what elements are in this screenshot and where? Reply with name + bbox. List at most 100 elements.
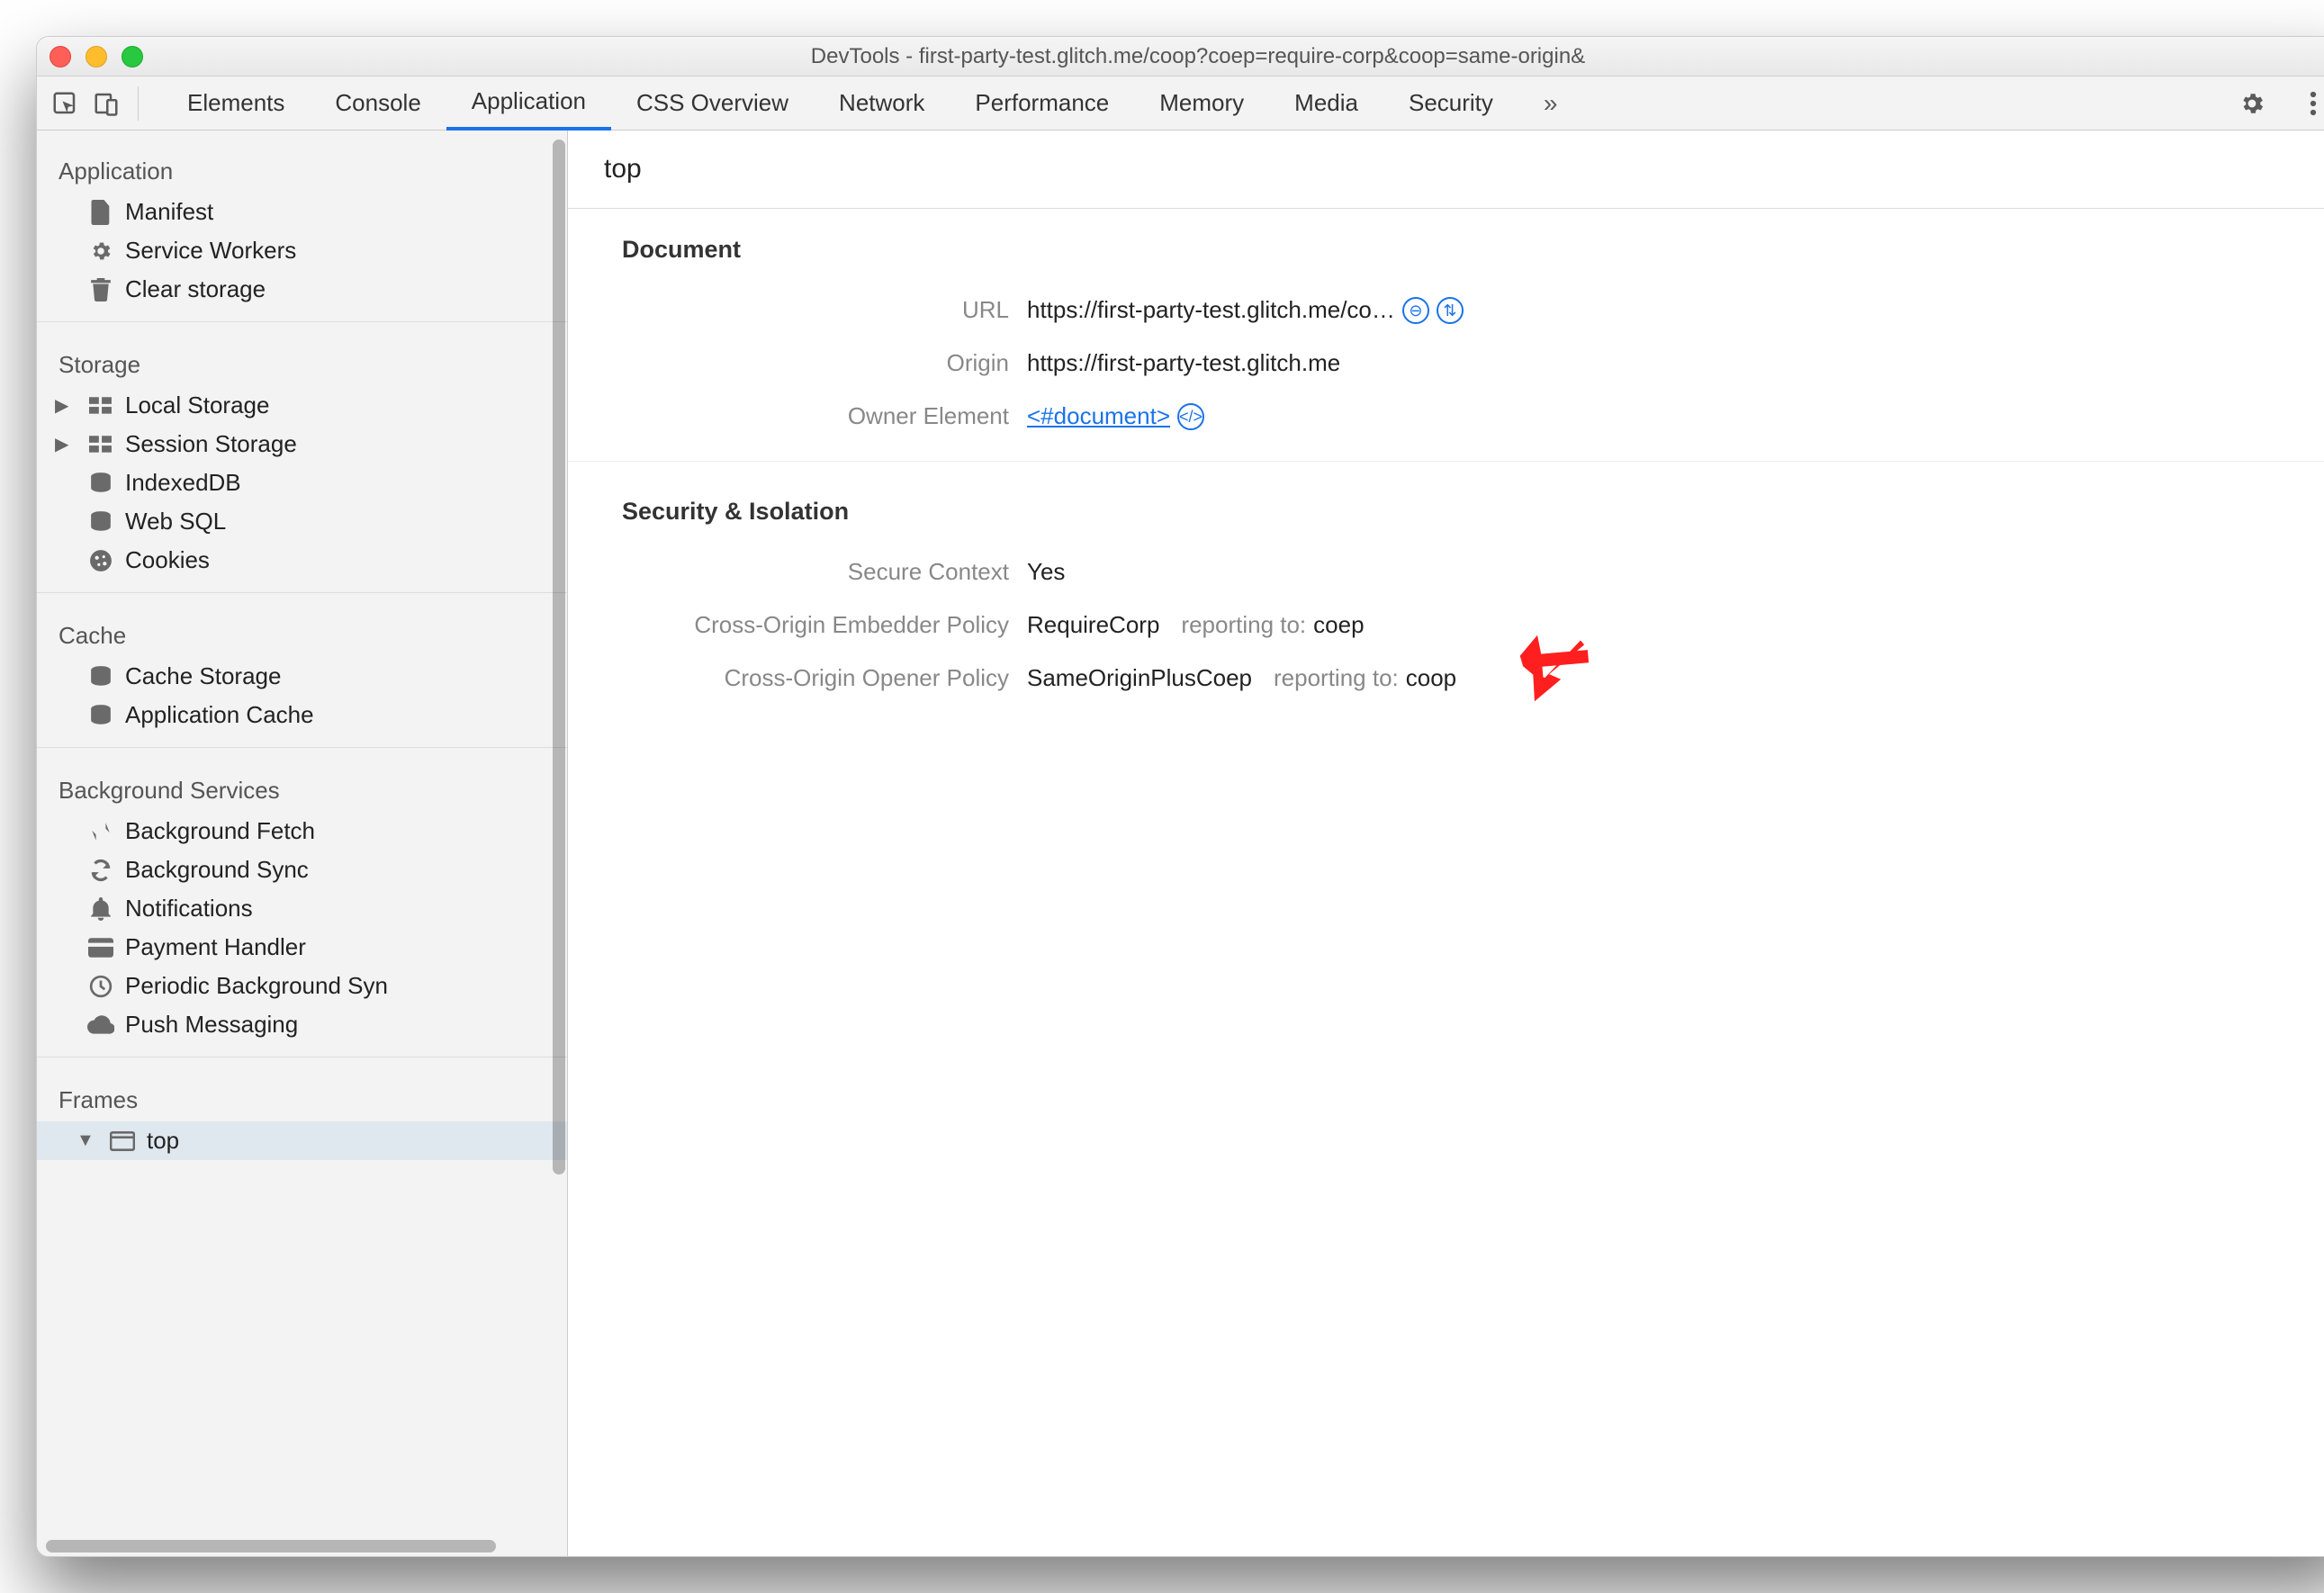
origin-label: Origin (622, 349, 1009, 377)
coep-value: RequireCorp (1027, 611, 1159, 639)
sidebar-item-web-sql[interactable]: Web SQL (37, 502, 567, 541)
row-url: URL https://first-party-test.glitch.me/c… (622, 284, 2305, 337)
devtools-window: DevTools - first-party-test.glitch.me/co… (36, 36, 2324, 1557)
owner-element-link[interactable]: <#document> (1027, 402, 1170, 430)
tab-application[interactable]: Application (446, 76, 611, 130)
document-section: Document URL https://first-party-test.gl… (568, 209, 2324, 452)
security-section-title: Security & Isolation (622, 498, 2305, 526)
db-icon (87, 702, 114, 729)
sidebar-item-label: Periodic Background Syn (125, 972, 388, 1000)
transfer-icon (87, 818, 114, 845)
sidebar-item-cache-storage[interactable]: Cache Storage (37, 657, 567, 696)
document-section-title: Document (622, 236, 2305, 264)
divider (138, 86, 139, 121)
row-coep: Cross-Origin Embedder Policy RequireCorp… (622, 598, 2305, 652)
sidebar-section-bgservices: Background Services (37, 760, 567, 812)
sidebar-item-label: IndexedDB (125, 469, 241, 497)
settings-gear-icon[interactable] (2235, 86, 2269, 121)
coop-reporting-label: reporting to: (1274, 664, 1399, 692)
db-icon (87, 470, 114, 497)
divider (37, 747, 567, 748)
titlebar: DevTools - first-party-test.glitch.me/co… (37, 37, 2324, 76)
card-icon (87, 934, 114, 961)
sidebar-item-label: Notifications (125, 895, 253, 922)
sidebar-item-push-messaging[interactable]: Push Messaging (37, 1005, 567, 1044)
sidebar-horizontal-scrollbar[interactable] (46, 1540, 496, 1552)
divider (37, 1057, 567, 1058)
sidebar-item-notifications[interactable]: Notifications (37, 889, 567, 928)
panel-tabs: Elements Console Application CSS Overvie… (162, 76, 1582, 130)
body: Application Manifest Service Workers Cle… (37, 130, 2324, 1556)
sidebar-item-background-sync[interactable]: Background Sync (37, 850, 567, 889)
expand-arrow-icon[interactable]: ▶ (55, 394, 73, 417)
row-coop: Cross-Origin Opener Policy SameOriginPlu… (622, 652, 2305, 705)
sidebar: Application Manifest Service Workers Cle… (37, 130, 568, 1556)
sidebar-item-session-storage[interactable]: ▶ Session Storage (37, 425, 567, 464)
sidebar-section-storage: Storage (37, 335, 567, 386)
collapse-arrow-icon[interactable]: ▼ (77, 1130, 95, 1151)
sidebar-item-label: Service Workers (125, 237, 296, 265)
main-panel: top Document URL https://first-party-tes… (568, 130, 2324, 1556)
sync-icon (87, 857, 114, 884)
sidebar-item-label: Push Messaging (125, 1011, 298, 1039)
tab-console[interactable]: Console (310, 76, 446, 130)
file-icon (87, 199, 114, 226)
owner-label: Owner Element (622, 402, 1009, 430)
sidebar-item-service-workers[interactable]: Service Workers (37, 231, 567, 270)
grid-icon (87, 392, 114, 419)
coep-reporting-value: coep (1313, 611, 1364, 639)
sidebar-item-cookies[interactable]: Cookies (37, 541, 567, 580)
tab-network[interactable]: Network (814, 76, 950, 130)
sidebar-item-clear-storage[interactable]: Clear storage (37, 270, 567, 309)
divider (568, 461, 2324, 462)
sidebar-section-application: Application (37, 141, 567, 193)
secure-context-label: Secure Context (622, 558, 1009, 586)
sidebar-vertical-scrollbar[interactable] (553, 140, 565, 1174)
row-owner-element: Owner Element <#document> </> (622, 390, 2305, 443)
sidebar-item-background-fetch[interactable]: Background Fetch (37, 812, 567, 850)
sidebar-item-label: Session Storage (125, 430, 297, 458)
tab-memory[interactable]: Memory (1134, 76, 1269, 130)
sidebar-item-application-cache[interactable]: Application Cache (37, 696, 567, 734)
reveal-in-network-icon[interactable]: ⇅ (1437, 297, 1464, 324)
tab-css-overview[interactable]: CSS Overview (611, 76, 814, 130)
url-value: https://first-party-test.glitch.me/co… (1027, 296, 1395, 324)
sidebar-item-label: Cache Storage (125, 662, 281, 690)
sidebar-item-manifest[interactable]: Manifest (37, 193, 567, 231)
divider (37, 592, 567, 593)
coep-reporting-label: reporting to: (1181, 611, 1306, 639)
tab-media[interactable]: Media (1269, 76, 1383, 130)
sidebar-item-label: Clear storage (125, 275, 266, 303)
db-icon (87, 663, 114, 690)
sidebar-section-cache: Cache (37, 606, 567, 657)
coop-reporting-value: coop (1406, 664, 1456, 692)
reveal-in-sources-icon[interactable]: ⊖ (1402, 297, 1429, 324)
sidebar-item-indexeddb[interactable]: IndexedDB (37, 464, 567, 502)
row-secure-context: Secure Context Yes (622, 545, 2305, 598)
tabstrip: Elements Console Application CSS Overvie… (37, 76, 2324, 130)
sidebar-section-frames: Frames (37, 1070, 567, 1121)
sidebar-item-frame-top[interactable]: ▼ top (37, 1121, 567, 1160)
inspect-element-icon[interactable] (48, 86, 82, 121)
device-toolbar-icon[interactable] (89, 86, 123, 121)
more-tabs-icon[interactable]: » (1518, 76, 1583, 130)
tab-security[interactable]: Security (1383, 76, 1518, 130)
tab-elements[interactable]: Elements (162, 76, 310, 130)
sidebar-item-label: Web SQL (125, 508, 226, 536)
origin-value: https://first-party-test.glitch.me (1027, 349, 1340, 377)
sidebar-item-label: Payment Handler (125, 933, 306, 961)
sidebar-item-payment-handler[interactable]: Payment Handler (37, 928, 567, 967)
kebab-menu-icon[interactable] (2296, 86, 2324, 121)
coop-value: SameOriginPlusCoep (1027, 664, 1252, 692)
sidebar-item-periodic-sync[interactable]: Periodic Background Syn (37, 967, 567, 1005)
sidebar-item-label: Local Storage (125, 392, 269, 419)
reveal-in-elements-icon[interactable]: </> (1177, 403, 1204, 430)
sidebar-item-label: Background Fetch (125, 817, 315, 845)
expand-arrow-icon[interactable]: ▶ (55, 433, 73, 455)
sidebar-item-label: top (147, 1127, 179, 1155)
coep-label: Cross-Origin Embedder Policy (622, 611, 1009, 639)
frame-heading: top (568, 130, 2324, 209)
tab-performance[interactable]: Performance (950, 76, 1134, 130)
window-title: DevTools - first-party-test.glitch.me/co… (37, 44, 2324, 69)
sidebar-item-local-storage[interactable]: ▶ Local Storage (37, 386, 567, 425)
